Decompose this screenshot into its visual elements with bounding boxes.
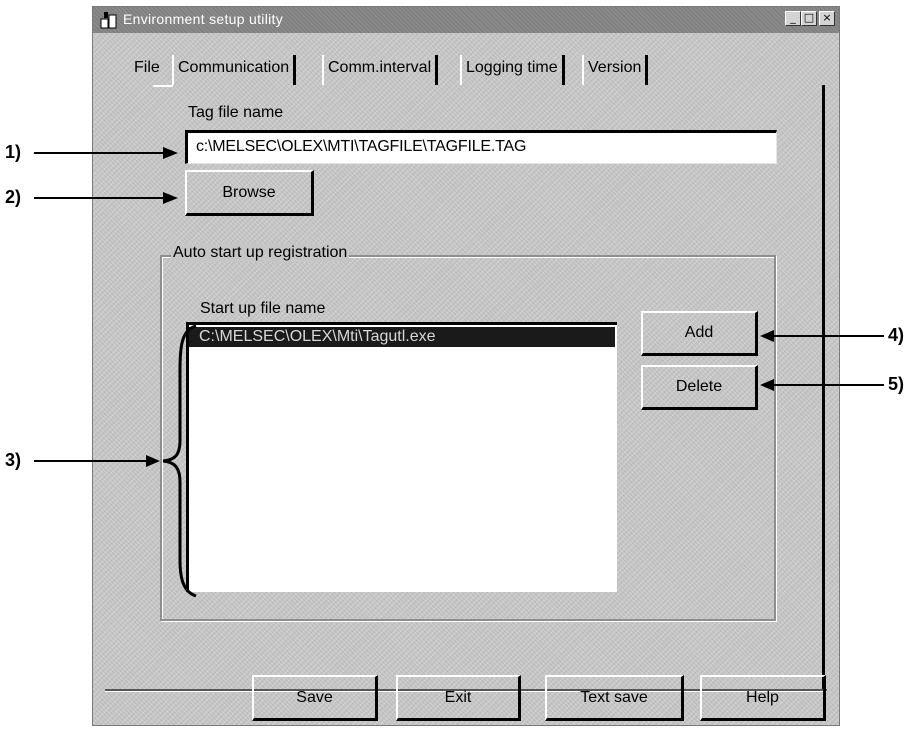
callout-3: 3) xyxy=(5,450,22,470)
callout-1: 1) xyxy=(5,142,22,162)
callout-arrows xyxy=(34,147,884,598)
callout-2: 2) xyxy=(5,187,22,207)
callout-4: 4) xyxy=(888,325,905,345)
callout-5: 5) xyxy=(888,374,905,394)
